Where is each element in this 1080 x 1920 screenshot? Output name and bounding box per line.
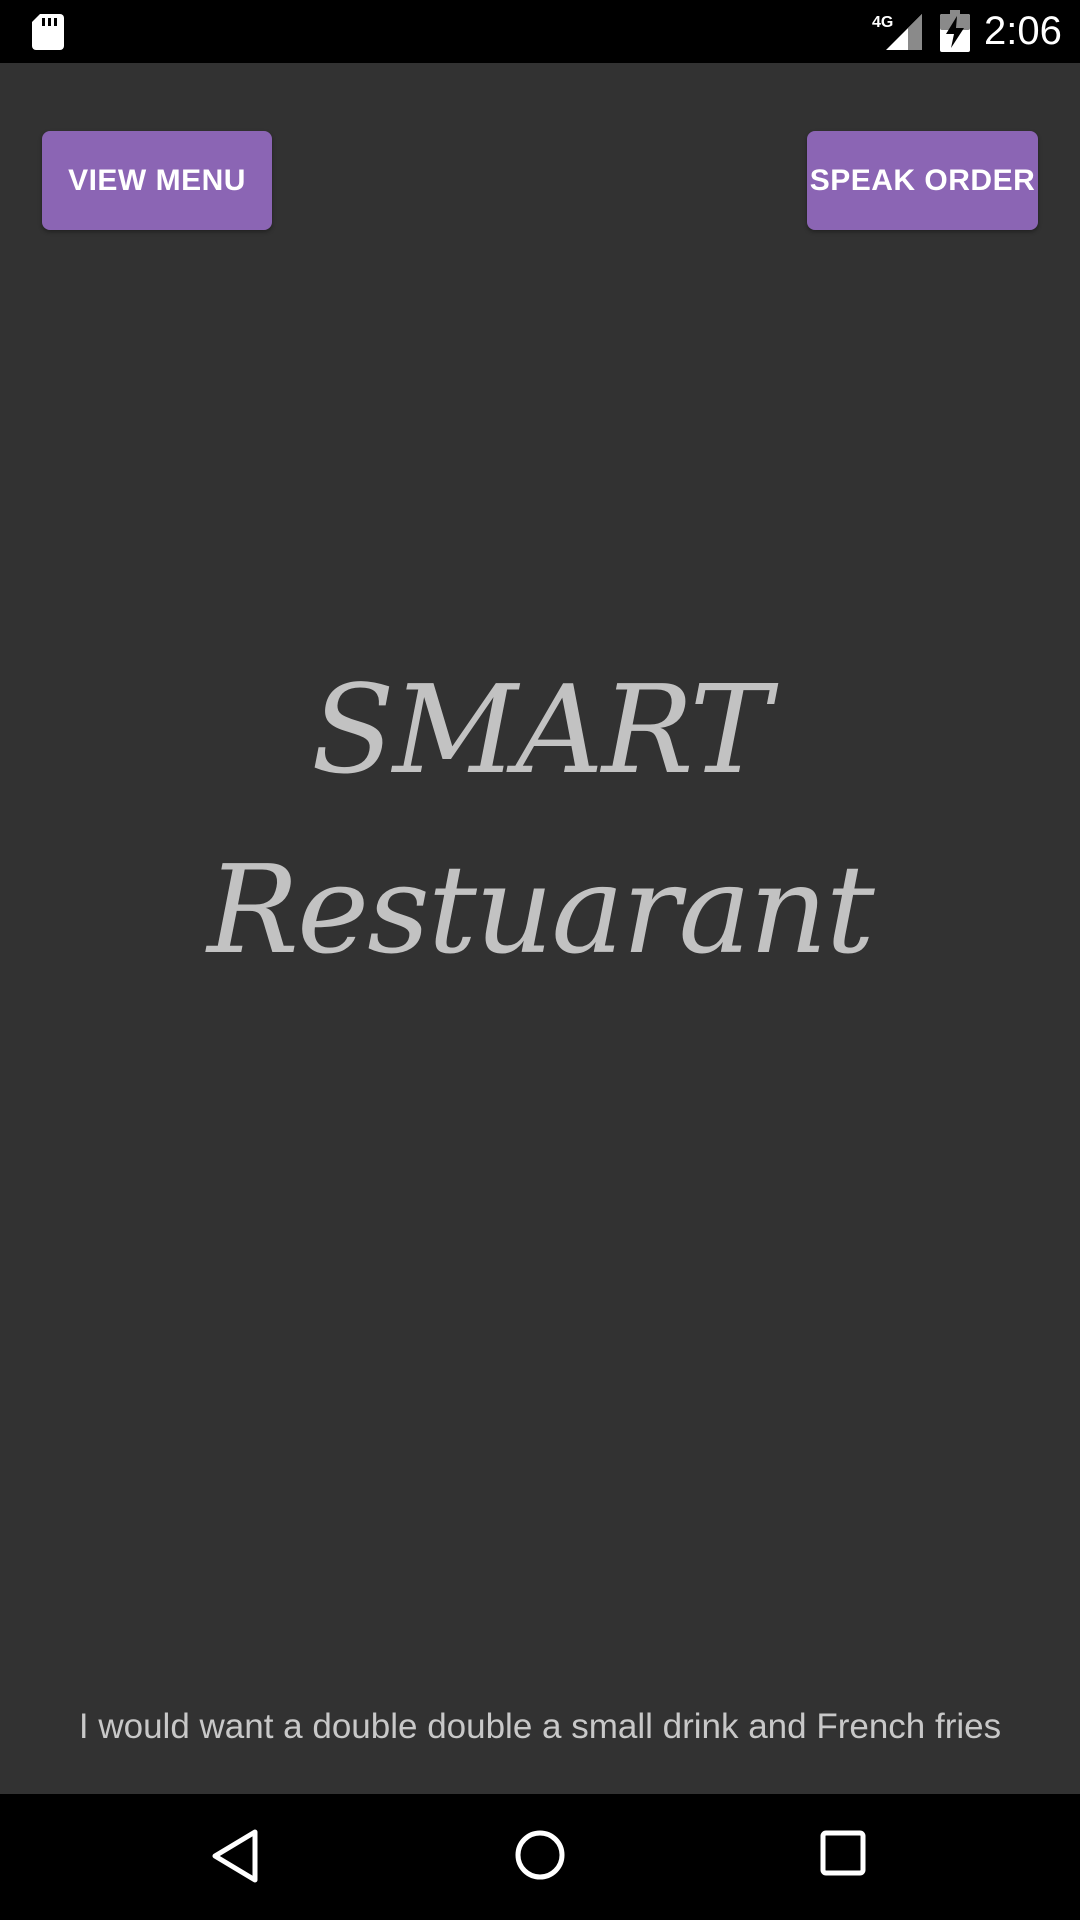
status-bar: 4G 2:06 <box>0 0 1080 63</box>
app-title: SMART Restuarant <box>207 659 875 981</box>
app-screen: 4G 2:06 VIEW MENU SPEAK ORDER SMART Rest… <box>0 0 1080 1920</box>
battery-charging-icon <box>940 10 970 52</box>
signal-icon: 4G <box>872 14 922 50</box>
recents-icon[interactable] <box>820 1830 866 1876</box>
sd-card-icon <box>32 14 64 50</box>
speak-order-button[interactable]: SPEAK ORDER <box>807 131 1038 230</box>
back-icon[interactable] <box>211 1828 259 1884</box>
navigation-bar <box>0 1794 1080 1920</box>
recognized-order-text: I would want a double double a small dri… <box>78 1707 1002 1746</box>
view-menu-button[interactable]: VIEW MENU <box>42 131 272 230</box>
status-time: 2:06 <box>984 9 1062 53</box>
home-icon[interactable] <box>514 1829 566 1881</box>
network-type-label: 4G <box>872 14 893 31</box>
